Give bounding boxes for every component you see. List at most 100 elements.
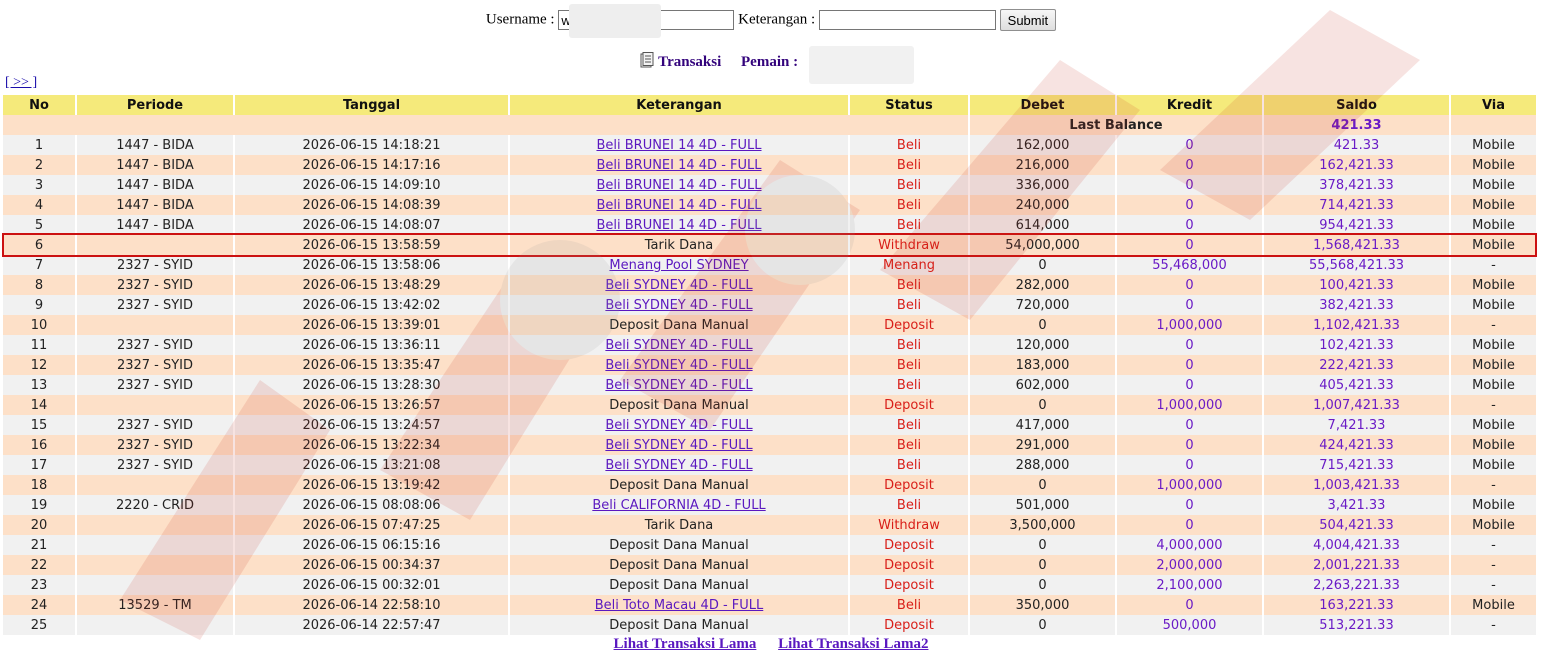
cell-keterangan: Beli BRUNEI 14 4D - FULL <box>509 175 850 195</box>
keterangan-link[interactable]: Beli BRUNEI 14 4D - FULL <box>596 198 761 213</box>
cell-periode <box>76 535 235 555</box>
cell-keterangan: Beli BRUNEI 14 4D - FULL <box>509 195 850 215</box>
cell-status: Beli <box>849 135 970 155</box>
cell-via: Mobile <box>1450 215 1536 235</box>
cell-status: Beli <box>849 375 970 395</box>
cell-debet: 614,000 <box>969 215 1117 235</box>
keterangan-link[interactable]: Beli SYDNEY 4D - FULL <box>605 378 752 393</box>
cell-tanggal: 2026-06-15 13:35:47 <box>234 355 510 375</box>
cell-keterangan: Deposit Dana Manual <box>509 575 850 595</box>
cell-saldo: 715,421.33 <box>1263 455 1451 475</box>
cell-kredit: 2,000,000 <box>1116 555 1264 575</box>
column-header-tanggal: Tanggal <box>234 95 510 115</box>
cell-periode: 13529 - TM <box>76 595 235 615</box>
cell-periode: 2327 - SYID <box>76 335 235 355</box>
keterangan-link[interactable]: Beli BRUNEI 14 4D - FULL <box>596 178 761 193</box>
cell-periode <box>76 515 235 535</box>
keterangan-link[interactable]: Beli BRUNEI 14 4D - FULL <box>596 218 761 233</box>
keterangan-link[interactable]: Beli Toto Macau 4D - FULL <box>595 598 764 613</box>
keterangan-link[interactable]: Beli SYDNEY 4D - FULL <box>605 358 752 373</box>
cell-keterangan: Deposit Dana Manual <box>509 475 850 495</box>
keterangan-link[interactable]: Beli SYDNEY 4D - FULL <box>605 458 752 473</box>
cell-no: 16 <box>3 435 77 455</box>
cell-no: 21 <box>3 535 77 555</box>
keterangan-link[interactable]: Beli BRUNEI 14 4D - FULL <box>596 138 761 153</box>
keterangan-link[interactable]: Beli CALIFORNIA 4D - FULL <box>592 498 765 513</box>
cell-no: 8 <box>3 275 77 295</box>
cell-via: Mobile <box>1450 595 1536 615</box>
keterangan-link[interactable]: Beli SYDNEY 4D - FULL <box>605 298 752 313</box>
cell-periode: 2327 - SYID <box>76 355 235 375</box>
keterangan-input[interactable] <box>818 10 996 30</box>
cell-no: 7 <box>3 255 77 275</box>
table-row: 13 2327 - SYID 2026-06-15 13:28:30 Beli SYD… <box>3 375 1536 395</box>
cell-debet: 3,500,000 <box>969 515 1117 535</box>
cell-debet: 0 <box>969 475 1117 495</box>
document-icon <box>640 52 654 73</box>
cell-tanggal: 2026-06-15 13:58:06 <box>234 255 510 275</box>
cell-kredit: 0 <box>1116 435 1264 455</box>
cell-debet: 288,000 <box>969 455 1117 475</box>
cell-tanggal: 2026-06-15 07:47:25 <box>234 515 510 535</box>
cell-tanggal: 2026-06-15 06:15:16 <box>234 535 510 555</box>
cell-periode: 2327 - SYID <box>76 375 235 395</box>
cell-via: Mobile <box>1450 435 1536 455</box>
cell-tanggal: 2026-06-15 13:36:11 <box>234 335 510 355</box>
cell-status: Withdraw <box>849 235 970 255</box>
cell-debet: 602,000 <box>969 375 1117 395</box>
page-title: Transaksi Pemain : <box>0 52 1542 73</box>
cell-kredit: 0 <box>1116 335 1264 355</box>
cell-periode: 2327 - SYID <box>76 455 235 475</box>
cell-via: Mobile <box>1450 235 1536 255</box>
cell-status: Deposit <box>849 575 970 595</box>
cell-saldo: 102,421.33 <box>1263 335 1451 355</box>
cell-tanggal: 2026-06-15 14:09:10 <box>234 175 510 195</box>
keterangan-link[interactable]: Beli SYDNEY 4D - FULL <box>605 438 752 453</box>
submit-button[interactable]: Submit <box>999 9 1057 31</box>
cell-periode <box>76 475 235 495</box>
cell-saldo: 162,421.33 <box>1263 155 1451 175</box>
cell-debet: 336,000 <box>969 175 1117 195</box>
cell-saldo: 504,421.33 <box>1263 515 1451 535</box>
column-header-saldo: Saldo <box>1263 95 1451 115</box>
cell-periode: 1447 - BIDA <box>76 135 235 155</box>
cell-status: Beli <box>849 435 970 455</box>
cell-tanggal: 2026-06-15 14:17:16 <box>234 155 510 175</box>
keterangan-link[interactable]: Beli SYDNEY 4D - FULL <box>605 418 752 433</box>
cell-tanggal: 2026-06-14 22:58:10 <box>234 595 510 615</box>
lihat-transaksi-lama-link[interactable]: Lihat Transaksi Lama <box>614 636 757 652</box>
table-row: 7 2327 - SYID 2026-06-15 13:58:06 Menang Po… <box>3 255 1536 275</box>
transaction-table: No Periode Tanggal Keterangan Status Debet Kre… <box>3 95 1536 635</box>
cell-keterangan: Deposit Dana Manual <box>509 615 850 635</box>
table-row: 9 2327 - SYID 2026-06-15 13:42:02 Beli SYDN… <box>3 295 1536 315</box>
cell-status: Beli <box>849 335 970 355</box>
cell-keterangan: Beli SYDNEY 4D - FULL <box>509 355 850 375</box>
keterangan-link[interactable]: Beli SYDNEY 4D - FULL <box>605 278 752 293</box>
cell-debet: 0 <box>969 535 1117 555</box>
cell-periode: 1447 - BIDA <box>76 155 235 175</box>
cell-periode: 1447 - BIDA <box>76 175 235 195</box>
keterangan-link[interactable]: Beli BRUNEI 14 4D - FULL <box>596 158 761 173</box>
cell-kredit: 0 <box>1116 455 1264 475</box>
keterangan-link[interactable]: Menang Pool SYDNEY <box>609 258 748 273</box>
cell-saldo: 100,421.33 <box>1263 275 1451 295</box>
cell-tanggal: 2026-06-15 08:08:06 <box>234 495 510 515</box>
table-row: 6 2026-06-15 13:58:59 Tarik Dana Withdraw 54… <box>3 235 1536 255</box>
cell-periode: 2327 - SYID <box>76 415 235 435</box>
table-row: 16 2327 - SYID 2026-06-15 13:22:34 Beli SYD… <box>3 435 1536 455</box>
cell-debet: 0 <box>969 555 1117 575</box>
table-row: 8 2327 - SYID 2026-06-15 13:48:29 Beli SYDN… <box>3 275 1536 295</box>
lihat-transaksi-lama2-link[interactable]: Lihat Transaksi Lama2 <box>778 636 928 652</box>
next-page-link[interactable]: [ >> ] <box>5 75 37 91</box>
cell-no: 10 <box>3 315 77 335</box>
cell-no: 24 <box>3 595 77 615</box>
cell-keterangan: Beli SYDNEY 4D - FULL <box>509 455 850 475</box>
cell-periode: 2327 - SYID <box>76 275 235 295</box>
search-form: Username : Keterangan : Submit <box>0 9 1542 31</box>
cell-kredit: 0 <box>1116 415 1264 435</box>
cell-keterangan: Beli Toto Macau 4D - FULL <box>509 595 850 615</box>
keterangan-link[interactable]: Beli SYDNEY 4D - FULL <box>605 338 752 353</box>
cell-tanggal: 2026-06-15 13:26:57 <box>234 395 510 415</box>
cell-no: 13 <box>3 375 77 395</box>
cell-no: 12 <box>3 355 77 375</box>
